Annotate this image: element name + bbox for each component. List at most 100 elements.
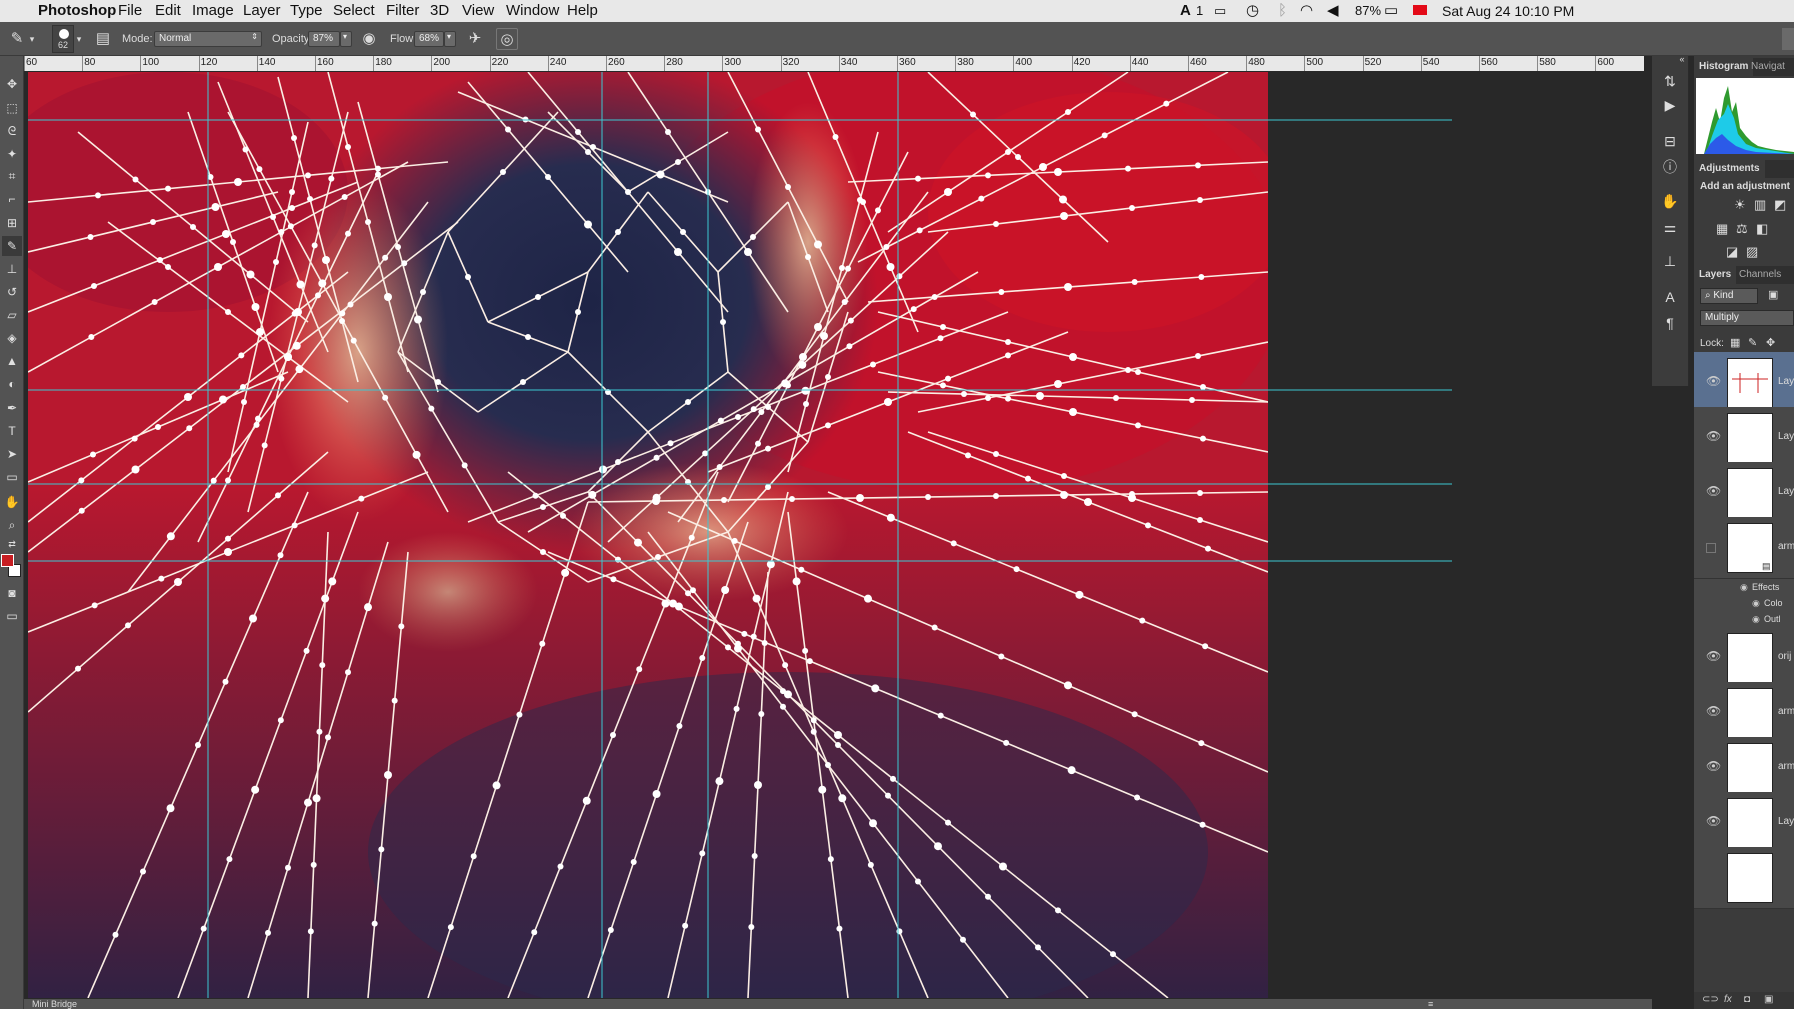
clock-datetime[interactable]: Sat Aug 24 10:10 PM [1442,2,1574,20]
quick-mask-icon[interactable]: ◙ [2,583,22,603]
levels-adjustment-icon[interactable]: ▥ [1754,197,1766,213]
gradient-map-adjustment-icon[interactable]: ▨ [1746,244,1758,260]
mode-dropdown[interactable]: Normal ⇕ [154,31,262,47]
flag-icon[interactable] [1413,5,1427,15]
blend-mode-dropdown[interactable]: Multiply [1700,310,1794,326]
layer-row[interactable]: 👁 Lay [1694,792,1794,854]
lock-transparency-icon[interactable]: ▦ [1730,336,1740,349]
effect-color-overlay[interactable]: Colo [1764,598,1783,608]
layer-style-icon[interactable]: fx [1724,994,1732,1005]
menu-image[interactable]: Image [192,2,234,20]
visibility-checkbox[interactable] [1706,543,1716,553]
lock-image-icon[interactable]: ✎ [1748,336,1757,349]
workspace-switcher[interactable] [1782,28,1794,50]
visibility-eye-icon[interactable]: 👁 [1706,759,1721,773]
menu-select[interactable]: Select [333,2,375,20]
hand-tool-icon[interactable]: ✋ [2,492,22,512]
new-layer-icon[interactable]: ▣ [1764,994,1773,1005]
tool-preset-chevron-icon[interactable]: ▾ [26,28,38,50]
visibility-eye-icon[interactable]: 👁 [1706,429,1721,443]
layer-row[interactable]: 👁 arm [1694,737,1794,799]
collapse-panels-icon[interactable]: « [1670,48,1694,70]
brush-panel-toggle-icon[interactable]: ▤ [92,28,114,50]
pressure-opacity-icon[interactable]: ◉ [358,28,380,50]
path-selection-tool-icon[interactable]: ➤ [2,444,22,464]
invert-adjustment-icon[interactable]: ◪ [1726,244,1738,260]
add-mask-icon[interactable]: ◘ [1744,994,1750,1005]
marquee-tool-icon[interactable]: ⬚ [2,98,22,118]
history-brush-tool-icon[interactable]: ↺ [2,282,22,302]
clone-stamp-tool-icon[interactable]: ⊥ [2,259,22,279]
healing-brush-tool-icon[interactable]: ⊞ [2,213,22,233]
brightness-adjustment-icon[interactable]: ☀ [1734,197,1746,213]
character-panel-icon[interactable]: A [1658,286,1682,308]
brush-tool-icon[interactable]: ✎ [2,236,22,256]
info-panel-icon[interactable]: ⓘ [1658,156,1682,178]
history-panel-icon[interactable]: ⇅ [1658,70,1682,92]
menu-type[interactable]: Type [290,2,323,20]
visibility-eye-icon[interactable]: 👁 [1706,649,1721,663]
flow-slider-toggle[interactable]: ▾ [444,31,456,47]
pressure-size-icon[interactable]: ◎ [496,28,518,50]
panel-menu-icon[interactable]: ≡ [1428,999,1433,1009]
layer-row[interactable]: 👁 orij [1694,627,1794,689]
effects-label[interactable]: Effects [1752,582,1779,592]
black-white-adjustment-icon[interactable]: ◧ [1756,221,1768,237]
swap-colors-icon[interactable]: ⇄ [2,534,22,554]
menu-file[interactable]: File [118,2,142,20]
flow-field[interactable]: 68% [414,31,444,47]
brush-preset-picker[interactable]: 62 [52,25,74,53]
opacity-slider-toggle[interactable]: ▾ [340,31,352,47]
display-icon[interactable]: ▭ [1214,2,1226,20]
blur-tool-icon[interactable]: ▲ [2,351,22,371]
screen-mode-icon[interactable]: ▭ [2,606,22,626]
visibility-eye-icon[interactable]: 👁 [1706,374,1721,388]
layer-row[interactable]: 👁 Lay [1694,462,1794,524]
pen-tool-icon[interactable]: ✒ [2,398,22,418]
menu-filter[interactable]: Filter [386,2,419,20]
lock-position-icon[interactable]: ✥ [1766,336,1775,349]
rectangle-tool-icon[interactable]: ▭ [2,467,22,487]
layer-row[interactable] [1694,847,1794,909]
layer-filter-dropdown[interactable]: ⌕ Kind [1700,288,1758,304]
menu-layer[interactable]: Layer [243,2,281,20]
actions-panel-icon[interactable]: ▶ [1658,94,1682,116]
brush-picker-chevron-icon[interactable]: ▾ [74,28,84,50]
color-balance-adjustment-icon[interactable]: ⚖ [1736,221,1748,237]
opacity-field[interactable]: 87% [308,31,340,47]
horizontal-ruler[interactable]: 60 80 100 120 140 160 180 200 220 240 260 280 300 320… [24,56,1644,71]
brush-tool-icon[interactable]: ✎ [6,28,28,50]
menu-edit[interactable]: Edit [155,2,181,20]
artwork-canvas[interactable] [28,72,1452,998]
brush-presets-panel-icon[interactable]: ✋ [1658,190,1682,212]
tab-layers[interactable]: Layers [1694,266,1737,284]
menu-help[interactable]: Help [567,2,598,20]
menu-window[interactable]: Window [506,2,559,20]
clone-source-panel-icon[interactable]: ⊥ [1658,250,1682,272]
tab-histogram[interactable]: Histogram [1694,58,1754,76]
foreground-color-swatch[interactable] [1,554,14,567]
adobe-icon[interactable]: A [1180,2,1191,20]
curves-adjustment-icon[interactable]: ◩ [1774,197,1786,213]
visibility-eye-icon[interactable]: 👁 [1706,484,1721,498]
move-tool-icon[interactable]: ✥ [2,74,22,94]
paragraph-panel-icon[interactable]: ¶ [1658,312,1682,334]
link-layers-icon[interactable]: ⊂⊃ [1702,994,1719,1005]
effect-outline[interactable]: Outl [1764,614,1781,624]
eyedropper-tool-icon[interactable]: ⌐ [2,189,22,209]
menu-3d[interactable]: 3D [430,2,449,20]
layer-row[interactable]: 👁 Lay [1694,407,1794,469]
effect-eye-icon[interactable]: ◉ [1752,614,1760,625]
crop-tool-icon[interactable]: ⌗ [2,166,22,186]
lasso-tool-icon[interactable]: ᘓ [2,121,22,141]
visibility-eye-icon[interactable]: 👁 [1706,704,1721,718]
visibility-eye-icon[interactable]: 👁 [1706,814,1721,828]
hue-saturation-adjustment-icon[interactable]: ▦ [1716,221,1728,237]
wifi-icon[interactable]: ◠ [1300,2,1313,20]
time-machine-icon[interactable]: ◷ [1246,2,1259,20]
effects-eye-icon[interactable]: ◉ [1740,582,1748,593]
tab-navigator[interactable]: Navigat [1746,58,1790,76]
volume-icon[interactable]: ◀ [1327,2,1339,20]
filter-pixel-layers-icon[interactable]: ▣ [1768,288,1778,301]
type-tool-icon[interactable]: T [2,421,22,441]
